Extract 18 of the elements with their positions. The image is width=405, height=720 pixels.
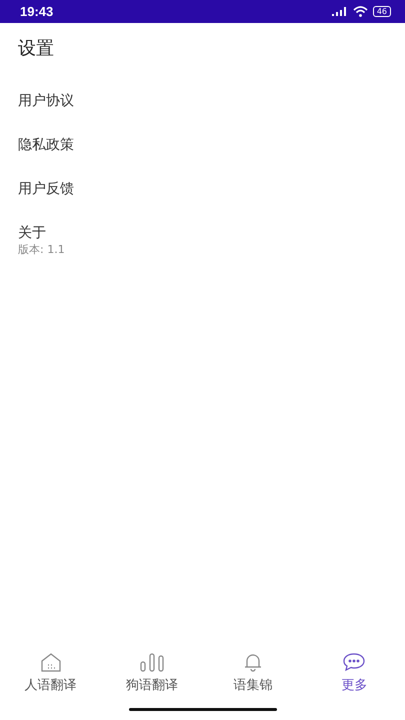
signal-icon [332, 7, 348, 16]
status-time: 19:43 [20, 4, 54, 19]
settings-item[interactable]: 用户协议 [18, 86, 74, 110]
settings-item[interactable]: 关于 [18, 218, 46, 242]
page-title: 设置 [17, 37, 55, 61]
nav-tab[interactable]: 人语翻译 [0, 648, 102, 698]
bars-icon [138, 652, 165, 672]
version-text: 版本: 1.1 [18, 242, 65, 257]
nav-tab[interactable]: 狗语翻译 [101, 648, 202, 698]
settings-item[interactable]: 隐私政策 [18, 130, 74, 154]
home-indicator[interactable] [128, 708, 276, 710]
battery-icon: 46 [372, 6, 391, 17]
nav-tab[interactable]: 更多 [304, 648, 405, 698]
settings-item[interactable]: 用户反馈 [18, 174, 74, 198]
house-icon [40, 652, 62, 672]
nav-tab[interactable]: 语集锦 [202, 648, 304, 698]
chat-icon [342, 652, 366, 672]
wifi-icon [352, 6, 368, 17]
